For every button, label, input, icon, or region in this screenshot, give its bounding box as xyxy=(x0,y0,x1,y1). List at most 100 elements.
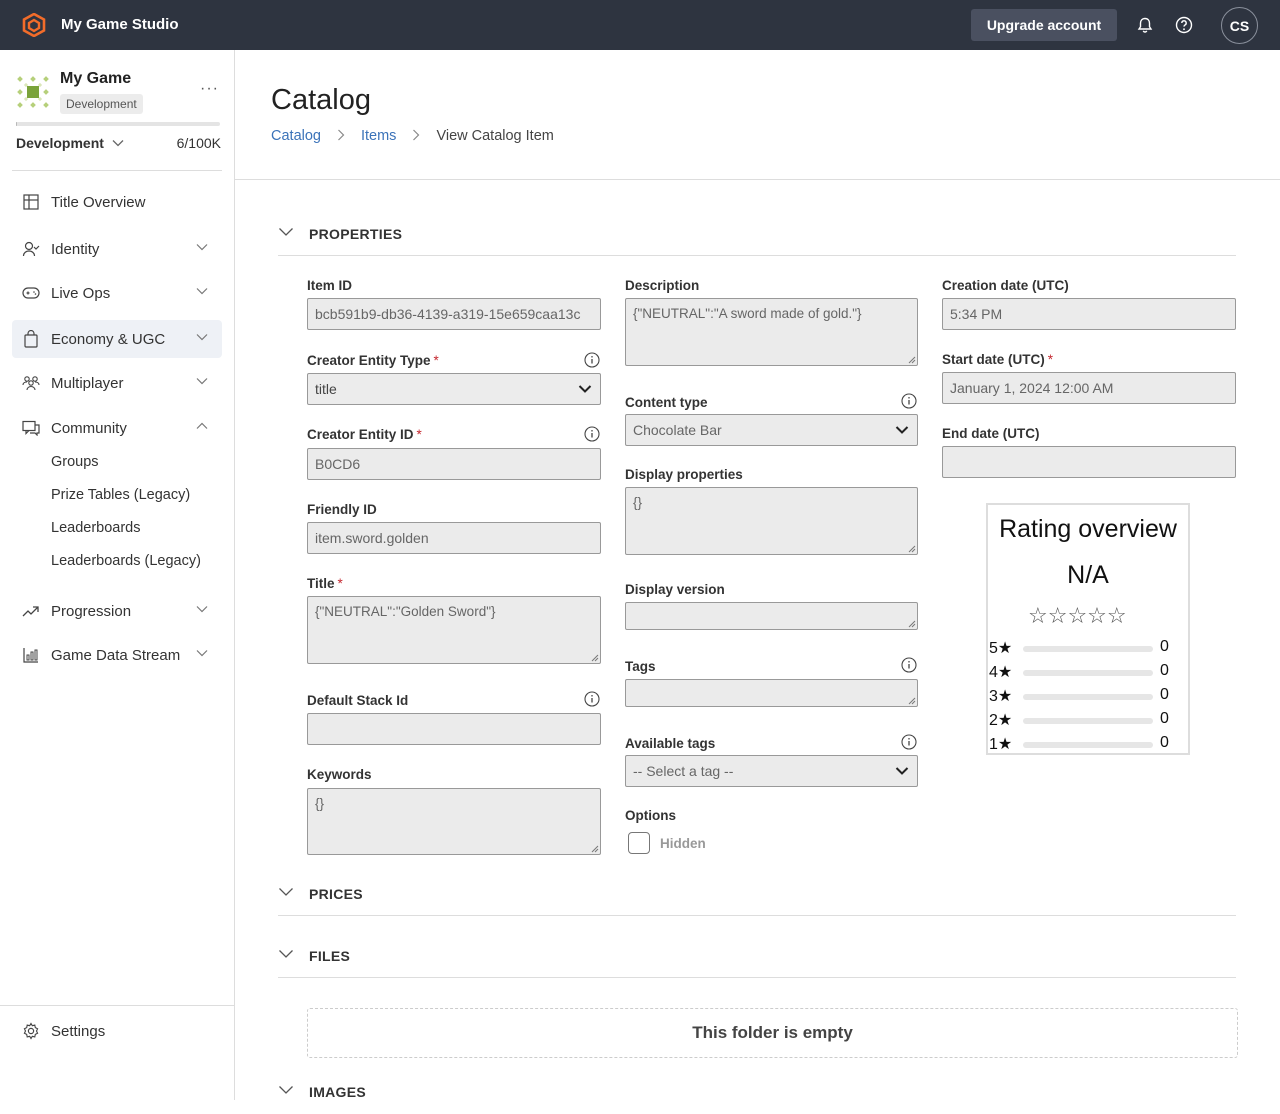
help-icon[interactable] xyxy=(1174,15,1194,35)
friendly-id-field[interactable]: item.sword.golden xyxy=(307,522,601,554)
item-id-label: Item ID xyxy=(307,278,353,293)
resize-handle-icon[interactable] xyxy=(591,654,599,662)
chevron-down-icon xyxy=(279,950,293,958)
section-title: FILES xyxy=(309,948,351,964)
person-icon xyxy=(22,240,40,258)
section-prices-header[interactable]: PRICES xyxy=(278,884,1236,916)
nav-game-data-stream[interactable]: Game Data Stream xyxy=(12,636,222,674)
creator-entity-id-label-text: Creator Entity ID xyxy=(307,427,414,442)
nav-sub-leaderboards[interactable]: Leaderboards xyxy=(51,520,141,536)
rating-row-bar xyxy=(1023,718,1153,724)
tags-field[interactable] xyxy=(625,679,918,707)
available-tags-select[interactable]: -- Select a tag -- xyxy=(625,755,918,787)
resize-handle-icon[interactable] xyxy=(908,356,916,364)
keywords-label: Keywords xyxy=(307,767,372,782)
start-date-label: Start date (UTC) * xyxy=(942,352,1053,367)
info-icon[interactable] xyxy=(584,691,600,707)
environment-selector-label: Development xyxy=(16,135,104,151)
chevron-down-icon xyxy=(196,606,208,613)
resize-handle-icon[interactable] xyxy=(908,620,916,628)
content-type-select[interactable]: Chocolate Bar xyxy=(625,414,918,446)
nav-settings[interactable]: Settings xyxy=(12,1012,222,1050)
display-properties-textarea[interactable]: {} xyxy=(625,487,918,555)
nav-sub-groups[interactable]: Groups xyxy=(51,454,99,470)
chevron-down-icon xyxy=(279,1086,293,1094)
creator-entity-id-field[interactable]: B0CD6 xyxy=(307,448,601,480)
breadcrumb-catalog-link[interactable]: Catalog xyxy=(271,128,321,144)
section-images-header[interactable]: IMAGES xyxy=(278,1082,1236,1114)
nav-identity[interactable]: Identity xyxy=(12,230,222,268)
sidebar-divider xyxy=(0,1005,234,1006)
game-name[interactable]: My Game xyxy=(60,70,131,88)
hidden-checkbox[interactable] xyxy=(628,832,650,854)
creator-entity-type-select[interactable]: title xyxy=(307,373,601,405)
nav-sub-leaderboards-legacy[interactable]: Leaderboards (Legacy) xyxy=(51,553,201,569)
chevron-down-icon xyxy=(895,767,909,775)
notifications-bell-icon[interactable] xyxy=(1135,15,1155,35)
environment-selector[interactable]: Development xyxy=(16,135,124,151)
end-date-field[interactable] xyxy=(942,446,1236,478)
chevron-right-icon xyxy=(337,129,345,144)
display-properties-value: {} xyxy=(633,495,643,510)
resize-handle-icon[interactable] xyxy=(908,545,916,553)
keywords-textarea[interactable]: {} xyxy=(307,788,601,855)
nav-title-overview[interactable]: Title Overview xyxy=(12,183,222,221)
description-label: Description xyxy=(625,278,700,293)
display-version-label: Display version xyxy=(625,582,725,597)
user-avatar[interactable]: CS xyxy=(1221,7,1258,44)
display-version-field[interactable] xyxy=(625,602,918,630)
rating-row-bar xyxy=(1023,670,1153,676)
gear-icon xyxy=(22,1022,40,1040)
sidebar-divider xyxy=(12,170,222,171)
rating-row-3: 3★ 0 xyxy=(989,686,1189,706)
nav-community[interactable]: Community xyxy=(12,409,222,447)
info-icon[interactable] xyxy=(584,426,600,442)
nav-label: Community xyxy=(51,419,127,437)
rating-overview-title: Rating overview xyxy=(999,515,1177,543)
nav-economy-ugc[interactable]: Economy & UGC xyxy=(12,320,222,358)
rating-row-count: 0 xyxy=(1160,638,1169,655)
gamepad-icon xyxy=(22,284,40,302)
nav-sub-prize-tables-legacy[interactable]: Prize Tables (Legacy) xyxy=(51,487,190,503)
options-label: Options xyxy=(625,808,676,823)
studio-logo-icon[interactable] xyxy=(22,13,46,37)
info-icon[interactable] xyxy=(901,734,917,750)
rating-row-bar xyxy=(1023,742,1153,748)
start-date-field[interactable]: January 1, 2024 12:00 AM xyxy=(942,372,1236,404)
rating-row-count: 0 xyxy=(1160,734,1169,751)
creator-entity-id-label: Creator Entity ID * xyxy=(307,427,422,442)
nav-label: Live Ops xyxy=(51,284,111,302)
chevron-down-icon xyxy=(196,650,208,657)
section-title: IMAGES xyxy=(309,1084,367,1100)
info-icon[interactable] xyxy=(901,657,917,673)
upgrade-account-button[interactable]: Upgrade account xyxy=(971,9,1117,41)
resize-handle-icon[interactable] xyxy=(591,845,599,853)
end-date-label: End date (UTC) xyxy=(942,426,1040,441)
info-icon[interactable] xyxy=(901,393,917,409)
required-marker: * xyxy=(433,353,439,368)
hidden-checkbox-label[interactable]: Hidden xyxy=(660,836,706,851)
default-stack-id-field[interactable] xyxy=(307,713,601,745)
available-tags-label: Available tags xyxy=(625,736,716,751)
nav-live-ops[interactable]: Live Ops xyxy=(12,274,222,312)
resize-handle-icon[interactable] xyxy=(908,697,916,705)
rating-row-label: 4★ xyxy=(989,664,1013,681)
nav-label: Settings xyxy=(51,1022,106,1040)
studio-name[interactable]: My Game Studio xyxy=(61,16,179,33)
title-textarea[interactable]: {"NEUTRAL":"Golden Sword"} xyxy=(307,596,601,664)
files-empty-dropzone[interactable]: This folder is empty xyxy=(307,1008,1238,1058)
required-marker: * xyxy=(1047,352,1054,367)
creator-entity-type-value: title xyxy=(315,381,337,397)
nav-progression[interactable]: Progression xyxy=(12,592,222,630)
breadcrumb-items-link[interactable]: Items xyxy=(361,128,396,144)
nav-multiplayer[interactable]: Multiplayer xyxy=(12,364,222,402)
section-properties-header[interactable]: PROPERTIES xyxy=(278,224,1236,256)
creation-date-label: Creation date (UTC) xyxy=(942,278,1069,293)
description-textarea[interactable]: {"NEUTRAL":"A sword made of gold."} xyxy=(625,298,918,366)
info-icon[interactable] xyxy=(584,352,600,368)
creation-date-field[interactable]: 5:34 PM xyxy=(942,298,1236,330)
section-files-header[interactable]: FILES xyxy=(278,946,1236,978)
more-options-icon[interactable]: ··· xyxy=(200,80,219,98)
top-bar: My Game Studio Upgrade account CS xyxy=(0,0,1280,50)
item-id-field[interactable]: bcb591b9-db36-4139-a319-15e659caa13c xyxy=(307,298,601,330)
